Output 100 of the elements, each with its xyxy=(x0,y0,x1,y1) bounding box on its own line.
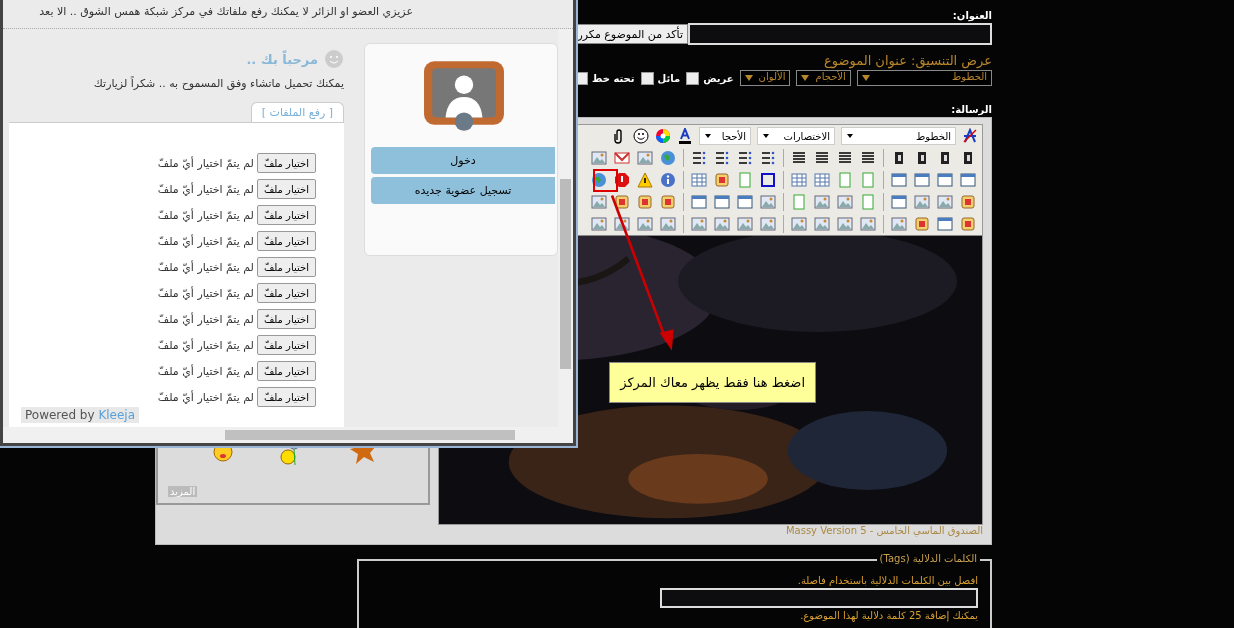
welcome-text: يمكنك تحميل ماتشاء وفق المسموح به .. شكراً لزيارتك xyxy=(93,77,344,90)
image-icon[interactable] xyxy=(814,216,830,232)
table-icon[interactable] xyxy=(814,172,830,188)
tool-icon[interactable] xyxy=(714,172,730,188)
avatar-icon xyxy=(423,60,505,132)
image-icon[interactable] xyxy=(714,216,730,232)
choose-file-button[interactable]: اختيار ملفّ xyxy=(256,361,316,381)
table-icon[interactable] xyxy=(791,172,807,188)
list-icon[interactable] xyxy=(691,150,707,166)
globe-icon[interactable] xyxy=(660,150,676,166)
format-select[interactable]: الأحجام xyxy=(796,70,851,86)
dropdown-arrow-icon xyxy=(704,132,712,140)
window-icon[interactable] xyxy=(714,194,730,210)
vertical-scrollbar[interactable] xyxy=(558,29,573,427)
choose-file-button[interactable]: اختيار ملفّ xyxy=(256,153,316,173)
tool-icon[interactable] xyxy=(660,194,676,210)
window-icon[interactable] xyxy=(937,216,953,232)
choose-file-button[interactable]: اختيار ملفّ xyxy=(256,335,316,355)
image-icon[interactable] xyxy=(914,194,930,210)
notice-text: عزيزي العضو او الزائر لا يمكنك رفع ملفاتك في مركز شبكة همس الشوق .. الا بعد xyxy=(3,0,573,29)
image-icon[interactable] xyxy=(591,194,607,210)
dropdown-arrow-icon xyxy=(744,74,753,82)
color-wheel-icon[interactable] xyxy=(655,128,671,144)
checkbox[interactable] xyxy=(640,71,654,85)
powered-by-text: Powered by Kleeja xyxy=(21,407,140,423)
checkbox[interactable] xyxy=(686,71,700,85)
version-text: الصندوق الماسي الخامس - Massy Version 5 xyxy=(784,525,983,539)
table-icon[interactable] xyxy=(691,172,707,188)
font-color-icon[interactable] xyxy=(677,128,693,144)
tool-icon[interactable] xyxy=(914,216,930,232)
choose-file-button[interactable]: اختيار ملفّ xyxy=(256,257,316,277)
info-icon[interactable] xyxy=(660,172,676,188)
list-icon[interactable] xyxy=(760,150,776,166)
format-select[interactable]: الخطوط xyxy=(856,70,992,86)
image-icon[interactable] xyxy=(637,216,653,232)
image-icon[interactable] xyxy=(660,216,676,232)
choose-file-button[interactable]: اختيار ملفّ xyxy=(256,283,316,303)
warning-icon[interactable] xyxy=(637,172,653,188)
choose-file-button[interactable]: اختيار ملفّ xyxy=(256,309,316,329)
align-icon[interactable] xyxy=(860,150,876,166)
image-icon[interactable] xyxy=(591,216,607,232)
tags-field[interactable] xyxy=(660,588,978,608)
globe-icon[interactable] xyxy=(591,172,607,188)
callout: اضغط هنا فقط يظهر معاك المركز xyxy=(609,362,816,403)
image-icon[interactable] xyxy=(937,194,953,210)
image-icon[interactable] xyxy=(891,216,907,232)
editor-select[interactable]: الاختصارات xyxy=(757,127,835,145)
choose-file-button[interactable]: اختيار ملفّ xyxy=(256,231,316,251)
image-icon[interactable] xyxy=(837,194,853,210)
square-icon[interactable] xyxy=(760,172,776,188)
image-icon[interactable] xyxy=(591,150,607,166)
image-icon[interactable] xyxy=(760,216,776,232)
window-icon[interactable] xyxy=(960,172,976,188)
window-icon[interactable] xyxy=(737,194,753,210)
format-select[interactable]: الألوان xyxy=(739,70,791,86)
editor-select[interactable]: الخطوط xyxy=(841,127,956,145)
tool-icon[interactable] xyxy=(960,216,976,232)
dropdown-arrow-icon xyxy=(801,74,810,82)
choose-file-button[interactable]: اختيار ملفّ xyxy=(256,387,316,407)
message-label: الرسالة: xyxy=(950,104,992,115)
file-status: لم يتمّ اختيار أيّ ملفّ xyxy=(157,364,254,378)
login-button[interactable]: تسجيل عضوية جديده xyxy=(371,177,555,204)
window-icon[interactable] xyxy=(891,194,907,210)
file-status: لم يتمّ اختيار أيّ ملفّ xyxy=(157,390,254,404)
image-icon[interactable] xyxy=(791,216,807,232)
align-icon[interactable] xyxy=(791,150,807,166)
checkbox-label: مائل xyxy=(657,72,681,84)
image-icon[interactable] xyxy=(691,216,707,232)
image-icon[interactable] xyxy=(637,150,653,166)
mail-icon[interactable] xyxy=(614,150,630,166)
welcome-title: مرحباً بك .. xyxy=(246,51,318,67)
editor-select[interactable]: الأحجا xyxy=(699,127,751,145)
window-icon[interactable] xyxy=(937,172,953,188)
tool-icon[interactable] xyxy=(960,194,976,210)
image-icon[interactable] xyxy=(860,216,876,232)
login-button[interactable]: دخول xyxy=(371,147,555,174)
checkbox-label: تحته خط xyxy=(592,72,635,84)
list-icon[interactable] xyxy=(714,150,730,166)
align-icon[interactable] xyxy=(837,150,853,166)
image-icon[interactable] xyxy=(737,216,753,232)
tool-icon[interactable] xyxy=(637,194,653,210)
preview-text: عرض التنسيق: عنوان الموضوع xyxy=(822,53,992,68)
smiley-icon[interactable] xyxy=(633,128,649,144)
duplicate-check-button[interactable]: تأكد من الموضوع مكرر xyxy=(575,24,688,44)
strikethrough-icon[interactable] xyxy=(962,128,978,144)
window-icon[interactable] xyxy=(691,194,707,210)
window-icon[interactable] xyxy=(891,172,907,188)
title-field[interactable] xyxy=(688,23,992,45)
choose-file-button[interactable]: اختيار ملفّ xyxy=(256,179,316,199)
choose-file-button[interactable]: اختيار ملفّ xyxy=(256,205,316,225)
horizontal-scrollbar[interactable] xyxy=(3,427,573,443)
tool-icon[interactable] xyxy=(614,194,630,210)
window-icon[interactable] xyxy=(914,172,930,188)
align-icon[interactable] xyxy=(814,150,830,166)
image-icon[interactable] xyxy=(760,194,776,210)
image-icon[interactable] xyxy=(837,216,853,232)
image-icon[interactable] xyxy=(814,194,830,210)
list-icon[interactable] xyxy=(737,150,753,166)
stop-icon[interactable] xyxy=(614,172,630,188)
file-status: لم يتمّ اختيار أيّ ملفّ xyxy=(157,338,254,352)
